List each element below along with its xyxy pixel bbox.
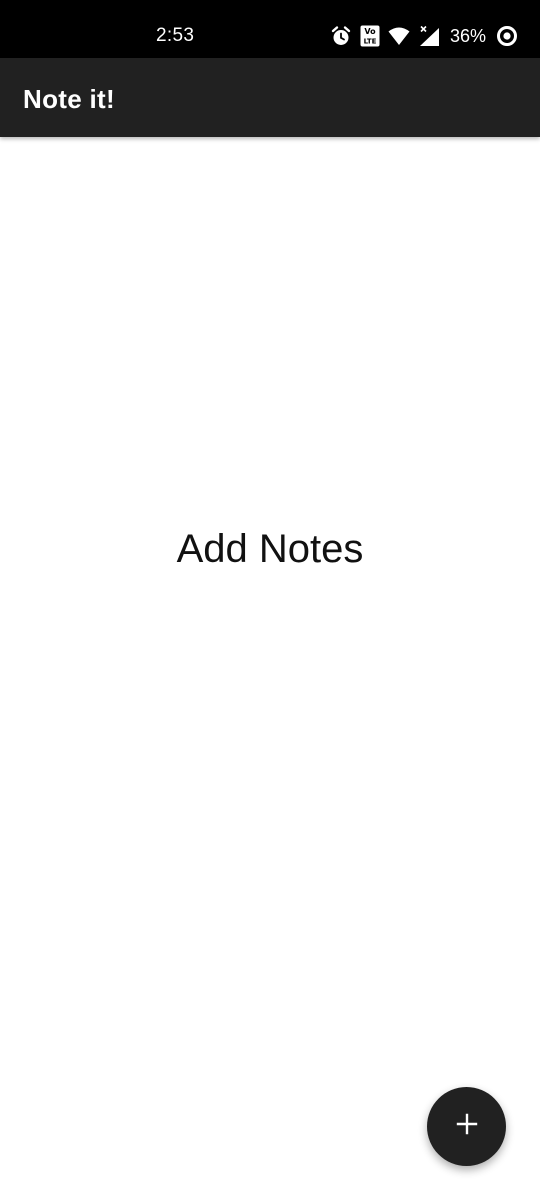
wifi-icon <box>388 26 410 46</box>
app-bar: Note it! <box>0 58 540 137</box>
add-note-button[interactable] <box>427 1087 506 1166</box>
alarm-icon <box>330 25 352 47</box>
status-bar: 2:53 Vo LTE 36% <box>0 0 540 58</box>
add-icon <box>455 1112 479 1141</box>
empty-notes-message: Add Notes <box>176 527 364 571</box>
battery-percent: 36% <box>449 26 486 46</box>
cellular-signal-icon <box>418 25 440 47</box>
svg-text:Vo: Vo <box>364 27 376 36</box>
volte-icon: Vo LTE <box>360 25 380 47</box>
battery-saver-icon <box>496 25 518 47</box>
status-icons: Vo LTE 36% <box>330 23 518 49</box>
app-title: Note it! <box>23 84 115 114</box>
svg-text:LTE: LTE <box>364 38 377 46</box>
status-time: 2:53 <box>156 25 195 46</box>
